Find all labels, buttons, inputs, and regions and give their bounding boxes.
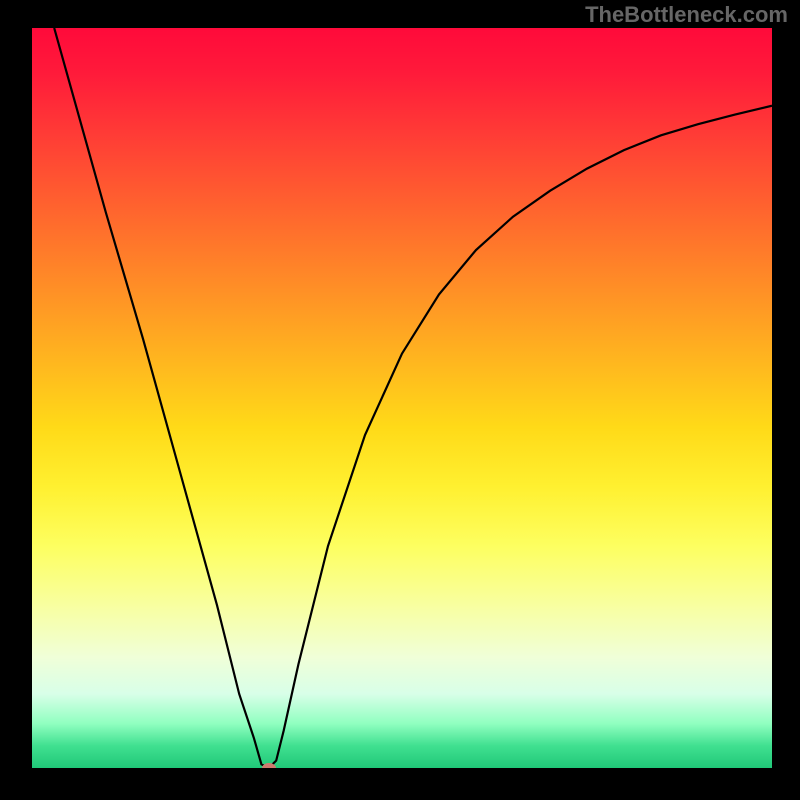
bottleneck-curve bbox=[54, 28, 772, 768]
watermark-text: TheBottleneck.com bbox=[585, 2, 788, 28]
chart-container: TheBottleneck.com bbox=[0, 0, 800, 800]
curve-svg bbox=[32, 28, 772, 768]
plot-area bbox=[32, 28, 772, 768]
minimum-dot bbox=[262, 763, 276, 768]
